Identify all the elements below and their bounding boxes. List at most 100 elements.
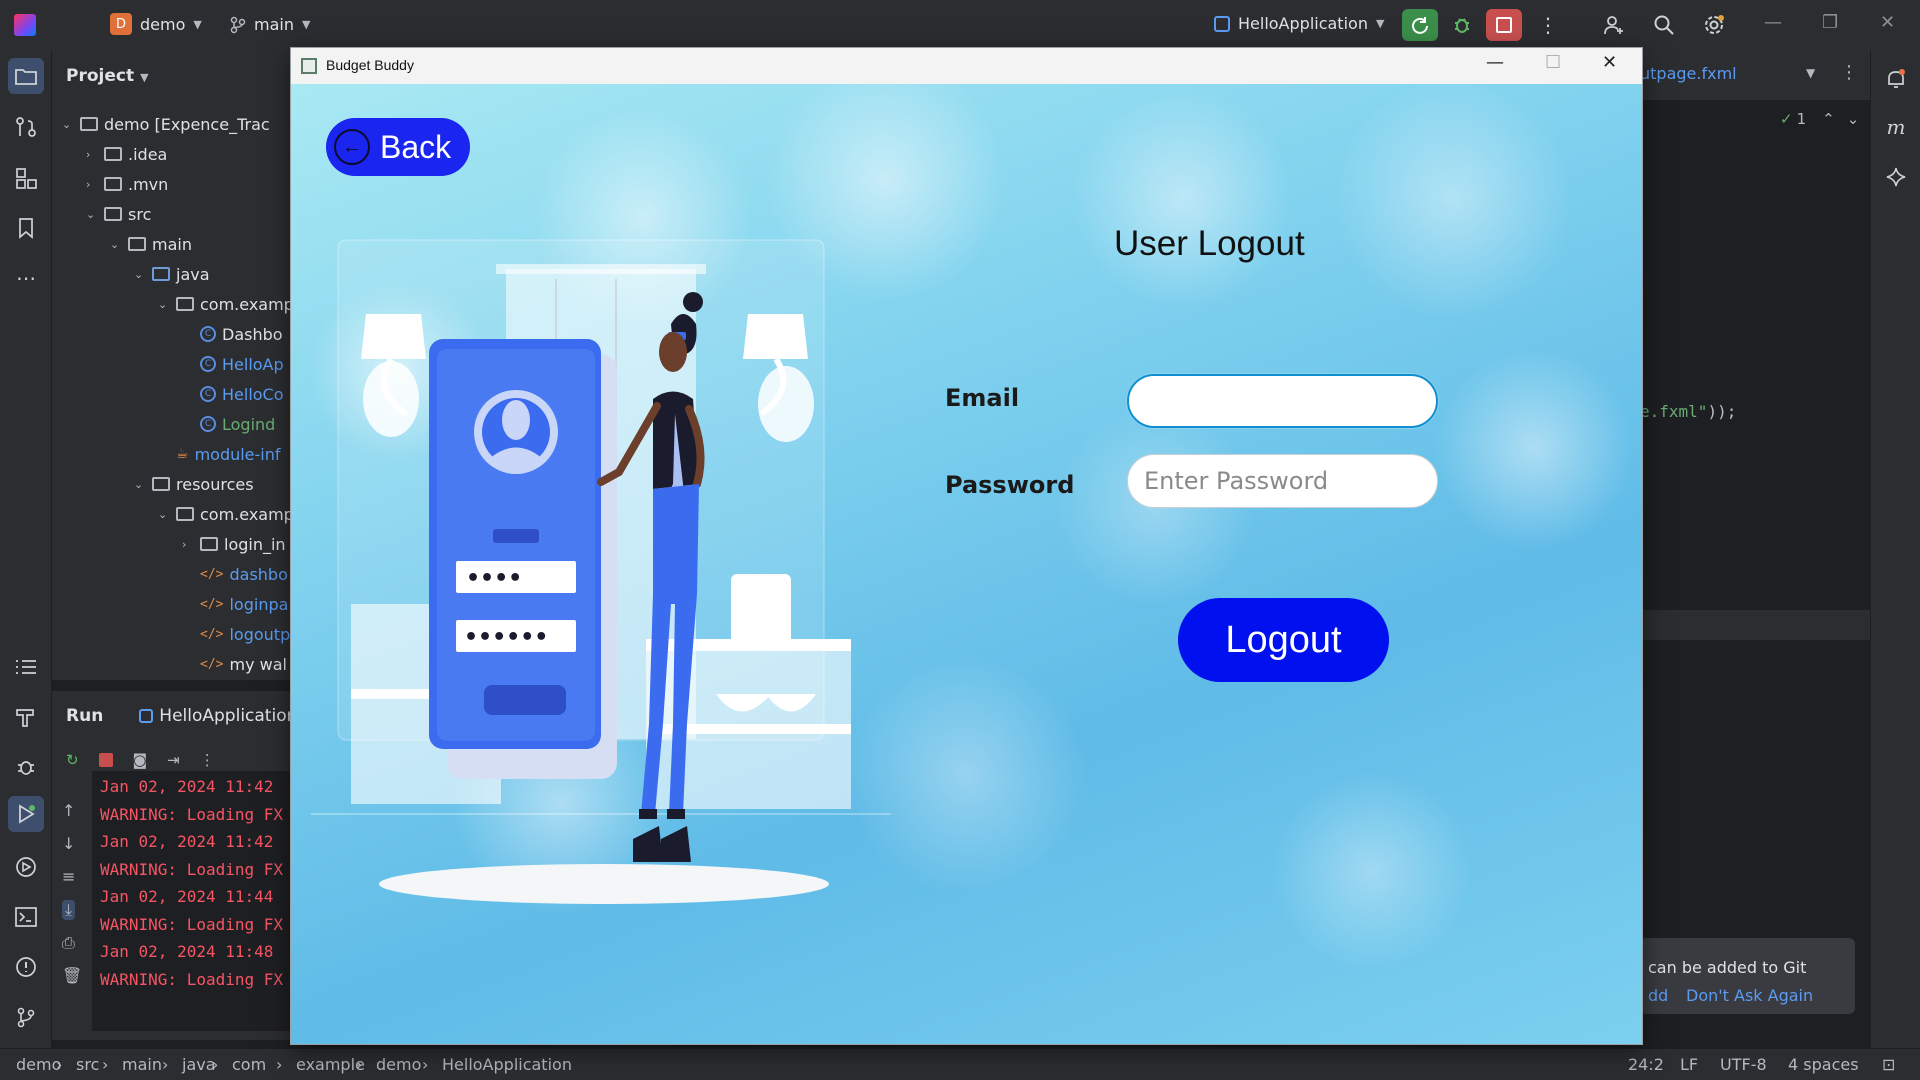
more-actions-icon[interactable]: ⋮ <box>1840 62 1858 83</box>
project-tool-icon[interactable] <box>8 58 44 94</box>
maximize-icon[interactable]: ☐ <box>1545 52 1561 73</box>
scroll-up-icon[interactable]: ↑ <box>62 801 75 820</box>
chevron-down-icon[interactable]: ⌄ <box>134 478 152 491</box>
tree-item[interactable]: ⌄ resources <box>134 470 254 498</box>
debug-button[interactable] <box>1444 9 1480 41</box>
services-tool-icon[interactable] <box>13 854 39 880</box>
lock-icon[interactable]: ⊡ <box>1882 1055 1895 1074</box>
project-switcher[interactable]: D demo ▼ <box>110 13 202 35</box>
breadcrumb-item[interactable]: demo <box>16 1055 61 1074</box>
branch-switcher[interactable]: main ▼ <box>230 15 310 34</box>
project-panel-title[interactable]: Project ▼ <box>66 66 149 86</box>
problems-tool-icon[interactable] <box>13 954 39 980</box>
restore-icon[interactable]: ❐ <box>1822 12 1838 33</box>
main-menu-icon[interactable] <box>62 16 84 34</box>
terminal-tool-icon[interactable] <box>13 904 39 930</box>
rerun-button[interactable] <box>1402 9 1438 41</box>
notifications-icon[interactable] <box>1883 66 1909 92</box>
run-config-selector[interactable]: HelloApplication ▼ <box>1214 14 1384 33</box>
tree-item[interactable]: ⌄ com.examp <box>158 290 292 318</box>
camera-icon[interactable]: ◙ <box>133 751 148 771</box>
breadcrumb-item[interactable]: example <box>296 1055 365 1074</box>
tree-item[interactable]: ☕ module-inf <box>158 440 281 468</box>
tree-item[interactable]: C HelloAp <box>182 350 284 378</box>
scroll-down-icon[interactable]: ↓ <box>62 834 75 853</box>
tree-item[interactable]: </> logoutp <box>182 620 290 648</box>
breadcrumb-item[interactable]: src <box>76 1055 99 1074</box>
editor-area[interactable]: utpage.fxml ▼ ⋮ ✓ 1 ⌃ ⌄ e.fxml")); <box>1640 50 1870 690</box>
debug-tool-icon[interactable] <box>13 754 39 780</box>
tree-item[interactable]: › .mvn <box>86 170 168 198</box>
logout-button[interactable]: Logout <box>1178 598 1389 682</box>
run-tab[interactable]: Run <box>66 706 103 726</box>
stop-icon[interactable] <box>98 753 113 767</box>
maven-tool-icon[interactable]: m <box>1883 114 1909 140</box>
add-link[interactable]: dd <box>1648 986 1668 1005</box>
indent-setting[interactable]: 4 spaces <box>1788 1055 1859 1074</box>
password-field[interactable] <box>1127 454 1438 508</box>
tree-item[interactable]: C Logind <box>182 410 275 438</box>
file-encoding[interactable]: UTF-8 <box>1720 1055 1767 1074</box>
chevron-down-icon[interactable]: ⌄ <box>158 298 176 311</box>
chevron-down-icon[interactable]: ⌄ <box>110 238 128 251</box>
more-tools-icon[interactable]: ⋯ <box>13 265 39 291</box>
tree-item[interactable]: › login_in <box>182 530 286 558</box>
print-icon[interactable]: ⎙ <box>62 933 75 953</box>
close-icon[interactable]: ✕ <box>1602 52 1617 73</box>
breadcrumb-item[interactable]: main <box>122 1055 162 1074</box>
run-config-tab[interactable]: HelloApplication <box>139 706 292 726</box>
scroll-to-end-icon[interactable]: ⤓ <box>62 900 76 920</box>
console-output[interactable]: Jan 02, 2024 11:42 WARNING: Loading FX Jan… <box>92 771 292 1031</box>
chevron-down-icon[interactable]: ⌄ <box>134 268 152 281</box>
dont-ask-again-link[interactable]: Don't Ask Again <box>1686 986 1813 1005</box>
chevron-right-icon[interactable]: › <box>86 148 104 161</box>
exit-icon[interactable]: ⇥ <box>167 751 180 771</box>
tree-item[interactable]: › .idea <box>86 140 167 168</box>
chevron-down-icon[interactable]: ⌄ <box>158 508 176 521</box>
tree-item[interactable]: ⌄ java <box>134 260 210 288</box>
line-separator[interactable]: LF <box>1680 1055 1698 1074</box>
breadcrumb-item[interactable]: com <box>232 1055 266 1074</box>
tree-item[interactable]: C HelloCo <box>182 380 284 408</box>
tree-item[interactable]: ⌄ src <box>86 200 151 228</box>
back-button[interactable]: ← Back <box>326 118 470 176</box>
settings-button[interactable] <box>1696 9 1732 41</box>
editor-tab-logoutpage[interactable]: utpage.fxml <box>1640 64 1737 83</box>
chevron-down-icon[interactable]: ⌄ <box>62 118 80 131</box>
add-user-button[interactable] <box>1596 9 1632 41</box>
trash-icon[interactable]: 🗑 <box>62 966 82 985</box>
caret-position[interactable]: 24:2 <box>1628 1055 1664 1074</box>
chevron-down-icon[interactable]: ⌄ <box>86 208 104 221</box>
chevron-right-icon[interactable]: › <box>182 538 200 551</box>
chevron-down-icon[interactable]: ▼ <box>1806 66 1815 80</box>
run-tool-icon[interactable] <box>8 796 44 832</box>
inspection-widget[interactable]: ✓ 1 ⌃ ⌄ <box>1780 110 1859 128</box>
tree-item[interactable]: C Dashbo <box>182 320 283 348</box>
ai-assistant-icon[interactable] <box>1883 164 1909 190</box>
commit-tool-icon[interactable] <box>13 114 39 140</box>
close-icon[interactable]: ✕ <box>1880 12 1895 33</box>
chevron-right-icon[interactable]: › <box>86 178 104 191</box>
breadcrumb-item[interactable]: java <box>182 1055 216 1074</box>
rerun-icon[interactable]: ↻ <box>66 751 79 771</box>
build-tool-icon[interactable] <box>13 704 39 730</box>
soft-wrap-icon[interactable]: ≡ <box>62 867 75 886</box>
tree-item[interactable]: </> my wal <box>182 650 287 678</box>
more-actions-icon[interactable]: ⋮ <box>200 751 215 771</box>
todo-tool-icon[interactable] <box>13 654 39 680</box>
minimize-icon[interactable]: — <box>1486 52 1504 73</box>
tree-item[interactable]: ⌄ demo [Expence_Trac <box>62 110 270 138</box>
bookmarks-tool-icon[interactable] <box>13 215 39 241</box>
tree-item[interactable]: </> dashbo <box>182 560 288 588</box>
tree-item[interactable]: ⌄ com.examp <box>158 500 292 528</box>
structure-tool-icon[interactable] <box>13 165 39 191</box>
more-actions-icon[interactable]: ⋮ <box>1530 9 1566 41</box>
git-tool-icon[interactable] <box>13 1004 39 1030</box>
tree-item[interactable]: ⌄ main <box>110 230 192 258</box>
email-field[interactable] <box>1127 374 1438 428</box>
minimize-icon[interactable]: — <box>1764 12 1782 33</box>
tree-item[interactable]: </> loginpa <box>182 590 288 618</box>
breadcrumb-item[interactable]: HelloApplication <box>442 1055 572 1074</box>
search-button[interactable] <box>1646 9 1682 41</box>
breadcrumb-item[interactable]: demo <box>376 1055 421 1074</box>
